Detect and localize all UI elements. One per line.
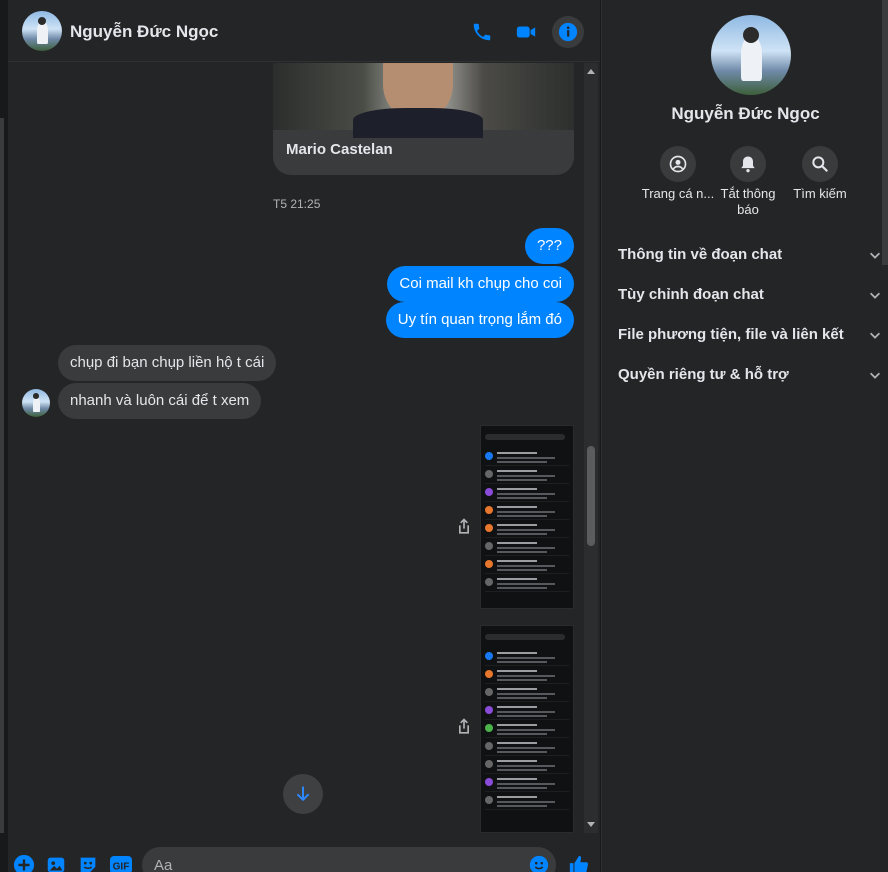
- screenshot-image[interactable]: [480, 425, 574, 609]
- info-button[interactable]: [552, 16, 584, 48]
- profile-icon: [660, 146, 696, 182]
- message-list[interactable]: Mario Castelan T5 21:25 ??? Coi mail kh …: [8, 63, 584, 833]
- incoming-message[interactable]: chụp đi bạn chụp liền hộ t cái: [58, 345, 277, 381]
- section-chat-info[interactable]: Thông tin về đoạn chat: [618, 244, 882, 268]
- section-label: Quyền riêng tư & hỗ trợ: [618, 366, 789, 383]
- shared-photo: [273, 63, 574, 138]
- gif-icon[interactable]: GIF: [108, 854, 134, 872]
- profile-avatar[interactable]: [711, 15, 791, 95]
- svg-text:GIF: GIF: [113, 862, 130, 872]
- search-action[interactable]: Tìm kiếm: [775, 146, 865, 202]
- shared-link-card[interactable]: Mario Castelan: [273, 63, 574, 175]
- sticker-icon[interactable]: [77, 854, 99, 872]
- plus-icon[interactable]: [13, 854, 35, 872]
- contact-name[interactable]: Nguyễn Đức Ngọc: [70, 22, 218, 42]
- scroll-to-bottom-button[interactable]: [283, 774, 323, 814]
- share-icon[interactable]: [454, 717, 474, 737]
- sender-avatar: [22, 389, 50, 417]
- phone-icon[interactable]: [470, 20, 494, 44]
- conversation-info-panel: Nguyễn Đức Ngọc Trang cá n... Tắt thông …: [601, 0, 888, 872]
- section-customize-chat[interactable]: Tùy chỉnh đoạn chat: [618, 284, 882, 308]
- share-icon[interactable]: [454, 517, 474, 537]
- arrow-down-icon: [297, 786, 309, 801]
- timestamp: T5 21:25: [273, 197, 321, 211]
- message-scrollbar[interactable]: [584, 63, 598, 833]
- video-camera-icon[interactable]: [514, 20, 538, 44]
- scroll-down-arrow[interactable]: [587, 822, 595, 827]
- section-privacy-support[interactable]: Quyền riêng tư & hỗ trợ: [618, 364, 882, 388]
- left-scrollbar[interactable]: [0, 118, 4, 833]
- left-edge: [0, 0, 8, 872]
- chevron-down-icon: [870, 372, 880, 379]
- image-icon[interactable]: [45, 854, 67, 872]
- side-scrollbar[interactable]: [882, 0, 888, 265]
- info-icon: [558, 22, 578, 42]
- chevron-down-icon: [870, 252, 880, 259]
- emoji-icon[interactable]: [528, 854, 550, 872]
- search-icon: [802, 146, 838, 182]
- outgoing-message[interactable]: Coi mail kh chụp cho coi: [387, 266, 574, 302]
- section-label: File phương tiện, file và liên kết: [618, 326, 844, 343]
- section-label: Tùy chỉnh đoạn chat: [618, 286, 764, 303]
- shared-card-title: Mario Castelan: [286, 141, 393, 158]
- action-label: Tìm kiếm: [793, 186, 847, 201]
- screenshot-image[interactable]: [480, 625, 574, 833]
- action-label: Tắt thông báo: [720, 186, 776, 217]
- chevron-down-icon: [870, 292, 880, 299]
- composer-bar: GIF: [8, 840, 600, 872]
- scrollbar-thumb[interactable]: [587, 446, 595, 546]
- bell-icon: [730, 146, 766, 182]
- incoming-message[interactable]: nhanh và luôn cái để t xem: [58, 383, 262, 419]
- outgoing-message[interactable]: ???: [524, 228, 574, 264]
- contact-avatar[interactable]: [22, 11, 62, 51]
- chat-header: Nguyễn Đức Ngọc: [8, 0, 600, 62]
- like-icon[interactable]: [568, 854, 590, 872]
- scroll-up-arrow[interactable]: [587, 69, 595, 74]
- section-label: Thông tin về đoạn chat: [618, 246, 783, 263]
- profile-name: Nguyễn Đức Ngọc: [671, 104, 820, 123]
- section-media-files-links[interactable]: File phương tiện, file và liên kết: [618, 324, 882, 348]
- messenger-window: Nguyễn Đức Ngọc Mario Castelan T5 21:25 …: [0, 0, 888, 872]
- outgoing-message[interactable]: Uy tín quan trọng lắm đó: [385, 302, 574, 338]
- chat-panel: Nguyễn Đức Ngọc Mario Castelan T5 21:25 …: [8, 0, 600, 872]
- message-input[interactable]: [142, 847, 556, 872]
- chevron-down-icon: [870, 332, 880, 339]
